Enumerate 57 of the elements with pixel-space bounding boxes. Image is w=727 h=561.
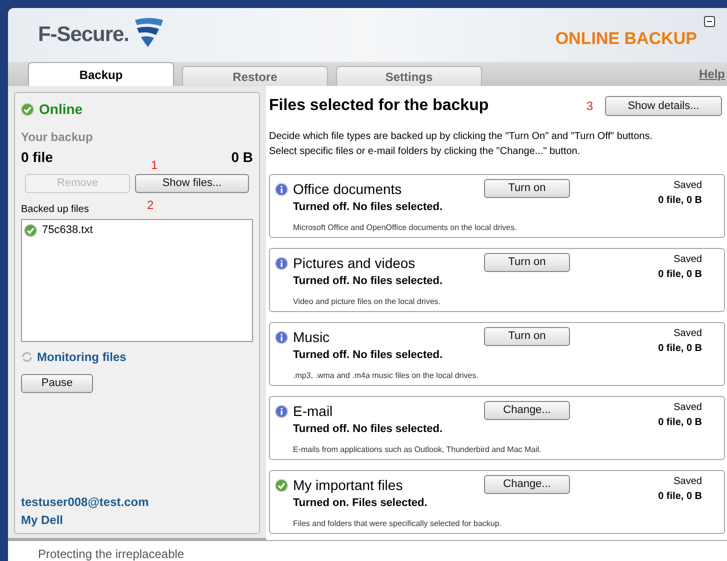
category-status: Turned off. No files selected. bbox=[293, 200, 444, 215]
section-label: Your backup bbox=[21, 129, 93, 146]
saved-label: Saved bbox=[674, 475, 702, 489]
button[interactable]: Change... bbox=[484, 475, 570, 494]
button[interactable]: Show details... bbox=[605, 96, 722, 116]
button[interactable]: Turn on bbox=[484, 179, 570, 198]
file-name[interactable]: 75c638.txt bbox=[42, 222, 93, 238]
saved-label: Saved bbox=[674, 253, 702, 267]
tab[interactable]: Restore bbox=[182, 66, 328, 86]
tagline: Protecting the irreplaceable bbox=[38, 546, 184, 561]
category-status: Turned off. No files selected. bbox=[293, 348, 444, 363]
category-description: Files and folders that were specifically selected for backup. bbox=[293, 518, 503, 530]
saved-label: Saved bbox=[674, 179, 702, 193]
tab[interactable]: Settings bbox=[336, 66, 482, 86]
brand-logo: F-Secure. bbox=[38, 22, 129, 48]
category-description: Microsoft Office and OpenOffice documents on the local drives. bbox=[293, 222, 518, 234]
category-title: My important files bbox=[293, 476, 403, 495]
button[interactable]: Pause bbox=[21, 374, 93, 393]
refresh-icon bbox=[21, 351, 33, 363]
tab[interactable]: Backup bbox=[28, 62, 174, 86]
category-title: E-mail bbox=[293, 402, 333, 421]
minimize-button[interactable] bbox=[704, 16, 715, 27]
annotation-number: 2 bbox=[147, 199, 154, 211]
status-label: Online bbox=[39, 100, 83, 119]
annotation-number: 3 bbox=[586, 98, 593, 115]
instructions-text: Decide which file types are backed up by clicking the "Turn On" and "Turn Off" buttons. Select specific files or e-mail folders by clicking the "Change..." button. bbox=[269, 130, 654, 159]
content-title: Files selected for the backup bbox=[269, 96, 489, 116]
category-status: Turned off. No files selected. bbox=[293, 274, 444, 289]
account-email: testuser008@test.com bbox=[21, 494, 149, 511]
category-title: Pictures and videos bbox=[293, 254, 416, 273]
file-count: 0 file bbox=[21, 148, 53, 167]
saved-label: Saved bbox=[674, 401, 702, 415]
annotation-number: 1 bbox=[151, 159, 158, 171]
backup-size: 0 B bbox=[231, 148, 253, 167]
saved-amount: 0 file, 0 B bbox=[658, 194, 702, 208]
product-title: ONLINE BACKUP bbox=[555, 28, 697, 50]
category-description: Video and picture files on the local drives. bbox=[293, 296, 442, 308]
category-title: Office documents bbox=[293, 180, 402, 199]
category-status: Turned off. No files selected. bbox=[293, 422, 444, 437]
button[interactable]: Show files... bbox=[135, 174, 249, 193]
category-description: .mp3, .wma and .m4a music files on the local drives. bbox=[293, 370, 480, 382]
monitoring-status: Monitoring files bbox=[37, 349, 126, 366]
account-link[interactable]: My Dell bbox=[21, 511, 64, 529]
category-description: E-mails from applications such as Outlook, Thunderbird and Mac Mail. bbox=[293, 444, 542, 456]
saved-amount: 0 file, 0 B bbox=[658, 490, 702, 504]
button[interactable]: Change... bbox=[484, 401, 570, 420]
help-link[interactable]: Help bbox=[698, 65, 725, 83]
saved-amount: 0 file, 0 B bbox=[658, 416, 702, 430]
saved-amount: 0 file, 0 B bbox=[658, 268, 702, 282]
category-status: Turned on. Files selected. bbox=[293, 496, 428, 511]
category-title: Music bbox=[293, 328, 330, 347]
button[interactable]: Turn on bbox=[484, 327, 570, 346]
saved-label: Saved bbox=[674, 327, 702, 341]
saved-amount: 0 file, 0 B bbox=[658, 342, 702, 356]
section-label: Backed up files bbox=[21, 203, 89, 217]
check-icon bbox=[24, 224, 37, 237]
button[interactable]: Turn on bbox=[484, 253, 570, 272]
